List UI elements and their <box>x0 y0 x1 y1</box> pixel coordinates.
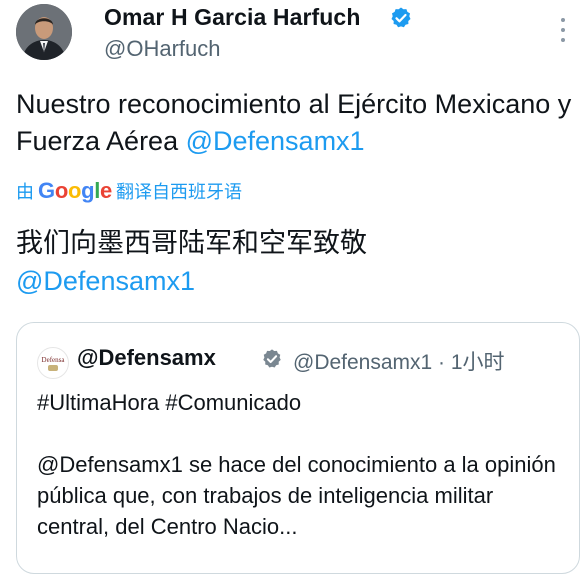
translation-suffix: 翻译自西班牙语 <box>115 182 242 202</box>
translated-mention-link[interactable]: @Defensamx1 <box>16 262 576 300</box>
quoted-avatar-logo: Defensa <box>41 355 65 364</box>
translation-attribution[interactable]: 由 Google 翻译自西班牙语 <box>16 176 242 206</box>
google-logo: Google <box>38 178 112 203</box>
quoted-text: #UltimaHora #Comunicado @Defensamx1 se h… <box>37 387 567 542</box>
author-handle[interactable]: @OHarfuch <box>104 36 220 62</box>
quoted-tweet-card[interactable]: Defensa @Defensamx @Defensamx1 · 1小时 #Ul… <box>16 322 580 574</box>
translated-body: 我们向墨西哥陆军和空军致敬 <box>16 228 367 258</box>
quoted-hashtags: #UltimaHora #Comunicado <box>37 390 302 415</box>
translation-prefix: 由 <box>16 182 34 202</box>
dot <box>561 28 565 32</box>
tweet-text: Nuestro reconocimiento al Ejército Mexic… <box>16 86 576 160</box>
dot <box>561 38 565 42</box>
quoted-avatar-emblem <box>48 364 58 371</box>
author-avatar[interactable] <box>16 4 72 60</box>
quoted-body: @Defensamx1 se hace del conocimiento a l… <box>37 452 556 539</box>
translated-text: 我们向墨西哥陆军和空军致敬 @Defensamx1 <box>16 224 576 300</box>
avatar-portrait <box>16 4 72 60</box>
tweet: Omar H Garcia Harfuch @OHarfuch Nuestro … <box>0 0 588 580</box>
quoted-author-name[interactable]: @Defensamx <box>77 345 216 371</box>
quoted-handle-time[interactable]: @Defensamx1 · 1小时 <box>293 346 505 376</box>
more-options-icon[interactable] <box>558 18 568 42</box>
author-name[interactable]: Omar H Garcia Harfuch <box>104 4 360 31</box>
quoted-avatar[interactable]: Defensa <box>37 347 69 379</box>
verified-badge-icon <box>391 7 411 28</box>
verified-badge-icon <box>263 349 281 368</box>
dot <box>561 18 565 22</box>
tweet-mention-link[interactable]: @Defensamx1 <box>186 126 365 156</box>
